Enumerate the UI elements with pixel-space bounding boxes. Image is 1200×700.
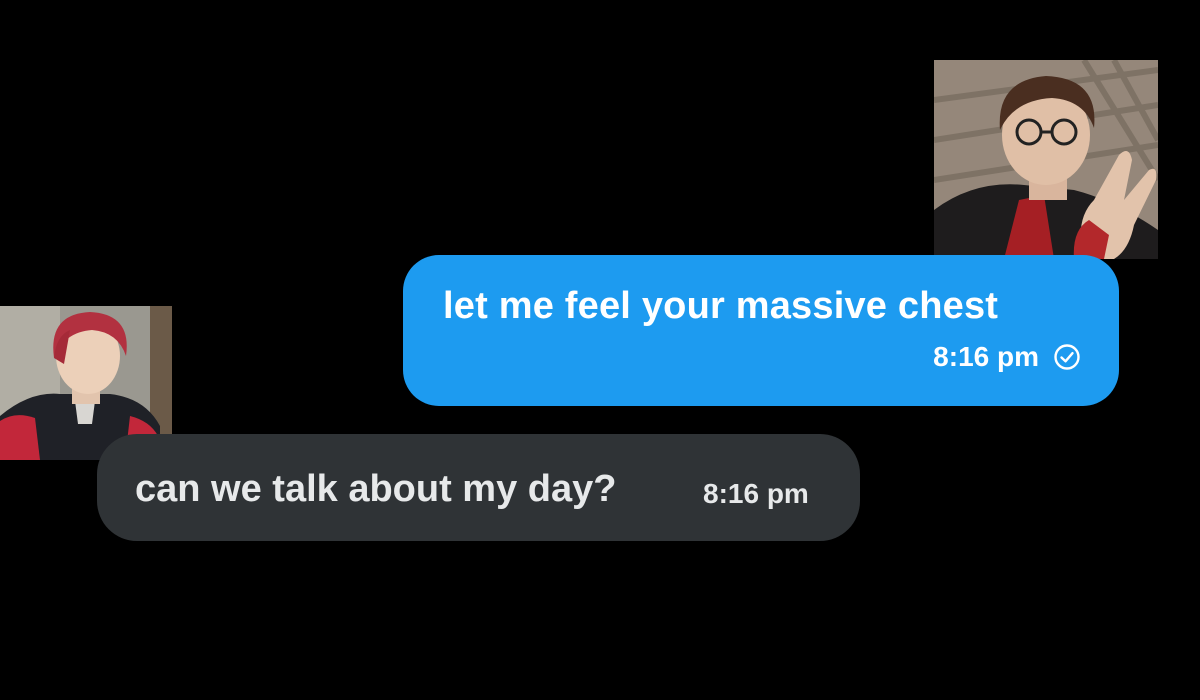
sent-message-text: let me feel your massive chest xyxy=(443,285,999,327)
sender-avatar[interactable] xyxy=(934,60,1158,259)
sent-message-bubble[interactable]: let me feel your massive chest 8:16 pm xyxy=(403,255,1119,406)
received-message-text: can we talk about my day? xyxy=(135,468,617,510)
chat-screenshot: let me feel your massive chest 8:16 pm c… xyxy=(0,0,1200,700)
received-message-time: 8:16 pm xyxy=(703,478,809,509)
sent-message-time: 8:16 pm xyxy=(933,341,1039,372)
sender-avatar-photo xyxy=(934,60,1158,259)
sent-message-meta: 8:16 pm xyxy=(933,341,1081,373)
read-check-icon xyxy=(1053,343,1081,371)
received-message-bubble[interactable]: can we talk about my day? 8:16 pm xyxy=(97,434,860,541)
